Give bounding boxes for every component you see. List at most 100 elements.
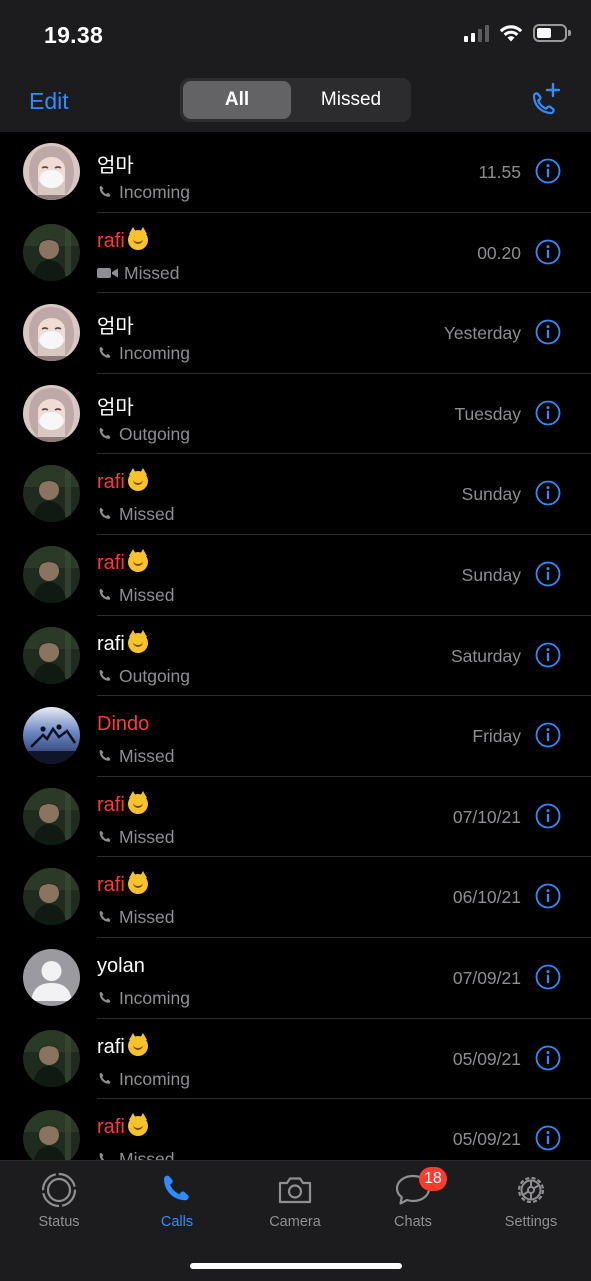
call-type-label: Incoming: [119, 987, 191, 1008]
tab-settings[interactable]: Settings: [472, 1171, 590, 1230]
avatar: [23, 626, 80, 684]
call-type-label: Missed: [124, 262, 180, 283]
contact-name: 엄마: [97, 391, 134, 420]
contact-name: rafi: [97, 548, 148, 575]
tab-label: Camera: [269, 1214, 321, 1230]
call-type: Incoming: [97, 182, 190, 203]
call-type-label: Incoming: [119, 1068, 191, 1089]
call-row[interactable]: rafi Missed 00.20: [0, 213, 591, 294]
contact-name-text: rafi: [97, 874, 125, 897]
status-icon: [41, 1172, 77, 1208]
phone-icon: [99, 186, 111, 197]
contact-name-text: Dindo: [97, 713, 150, 736]
info-icon[interactable]: [535, 642, 561, 668]
segment-missed[interactable]: Missed: [294, 81, 408, 119]
call-row[interactable]: 엄마 Incoming Yesterday: [0, 293, 591, 374]
contact-name-text: rafi: [97, 229, 125, 252]
call-type-label: Missed: [119, 907, 175, 928]
tab-camera[interactable]: Camera: [236, 1171, 354, 1230]
call-date: 00.20: [477, 242, 521, 263]
info-icon[interactable]: [535, 400, 561, 426]
segment-all[interactable]: All: [183, 81, 291, 119]
call-type: Incoming: [97, 1069, 190, 1090]
call-date: Friday: [472, 726, 521, 747]
call-row[interactable]: yolan Incoming 07/09/21: [0, 938, 591, 1019]
call-row[interactable]: 엄마 Outgoing Tuesday: [0, 374, 591, 455]
status-bar: 19.38: [0, 0, 591, 70]
info-icon[interactable]: [535, 319, 561, 345]
tab-status[interactable]: Status: [0, 1171, 118, 1230]
smiling-cat-emoji-icon: [127, 629, 148, 653]
phone-icon: [99, 427, 111, 439]
phone-icon: [164, 1175, 189, 1201]
call-type: Outgoing: [97, 666, 190, 687]
info-icon[interactable]: [535, 1125, 561, 1151]
info-icon[interactable]: [535, 883, 561, 909]
phone-icon: [99, 669, 111, 681]
contact-name: Dindo: [97, 713, 149, 736]
call-row[interactable]: rafi Outgoing Saturday: [0, 616, 591, 697]
call-row[interactable]: rafi Missed 05/09/21: [0, 1099, 591, 1160]
info-icon[interactable]: [535, 239, 561, 265]
wifi-icon: [499, 25, 523, 42]
call-type-label: Outgoing: [119, 665, 191, 686]
smiling-cat-emoji-icon: [127, 468, 148, 492]
call-type-label: Missed: [119, 504, 175, 525]
call-date: Saturday: [450, 645, 521, 666]
call-date: Sunday: [461, 484, 521, 505]
tab-chats[interactable]: Chats 18: [354, 1167, 472, 1230]
system-icons: [464, 24, 571, 42]
info-icon[interactable]: [535, 1045, 561, 1071]
contact-name: rafi: [97, 629, 148, 656]
avatar: [23, 304, 80, 362]
call-row[interactable]: rafi Incoming 05/09/21: [0, 1019, 591, 1100]
edit-button[interactable]: Edit: [29, 88, 69, 115]
avatar: [23, 948, 80, 1006]
contact-name-text: yolan: [97, 954, 145, 977]
phone-icon: [99, 347, 111, 358]
avatar: [23, 143, 80, 200]
avatar: [23, 787, 80, 845]
smiling-cat-emoji-icon: [127, 871, 148, 895]
phone-icon: [99, 508, 111, 520]
call-row[interactable]: rafi Missed 07/10/21: [0, 777, 591, 858]
call-row[interactable]: rafi Missed Sunday: [0, 535, 591, 616]
phone-icon: [99, 911, 111, 923]
tab-label: Chats: [394, 1214, 432, 1230]
contact-name-text: 엄마: [97, 155, 134, 177]
call-type: Missed: [97, 827, 174, 848]
phone-icon: [99, 991, 111, 1003]
status-time: 19.38: [44, 22, 104, 48]
call-type: Missed: [97, 504, 174, 525]
call-date: 06/10/21: [452, 887, 521, 908]
new-call-button[interactable]: [527, 82, 563, 118]
tab-label: Calls: [160, 1214, 194, 1230]
avatar: [23, 545, 80, 603]
contact-name: 엄마: [97, 310, 134, 339]
info-icon[interactable]: [535, 964, 561, 990]
info-icon[interactable]: [535, 803, 561, 829]
contact-name: yolan: [97, 955, 145, 978]
call-type: Missed: [97, 746, 174, 767]
info-icon[interactable]: [535, 158, 561, 184]
call-row[interactable]: 엄마 Incoming 11.55: [0, 132, 591, 213]
call-type: Missed: [97, 585, 174, 606]
call-type-label: Incoming: [119, 182, 191, 202]
contact-name-text: rafi: [97, 1116, 125, 1139]
info-icon[interactable]: [535, 722, 561, 748]
call-row[interactable]: Dindo Missed Friday: [0, 696, 591, 777]
info-icon[interactable]: [535, 480, 561, 506]
home-indicator: [190, 1263, 402, 1269]
call-row[interactable]: rafi Missed Sunday: [0, 454, 591, 535]
call-type-label: Missed: [119, 746, 175, 767]
smiling-cat-emoji-icon: [127, 226, 148, 250]
tab-calls[interactable]: Calls: [118, 1171, 236, 1230]
call-type-label: Outgoing: [119, 423, 191, 444]
contact-name: rafi: [97, 871, 148, 897]
call-row[interactable]: rafi Missed 06/10/21: [0, 857, 591, 938]
info-icon[interactable]: [535, 561, 561, 587]
call-type: Incoming: [97, 343, 190, 364]
battery-icon: [533, 24, 571, 42]
contact-name: rafi: [97, 1113, 148, 1139]
avatar: [23, 1029, 80, 1087]
